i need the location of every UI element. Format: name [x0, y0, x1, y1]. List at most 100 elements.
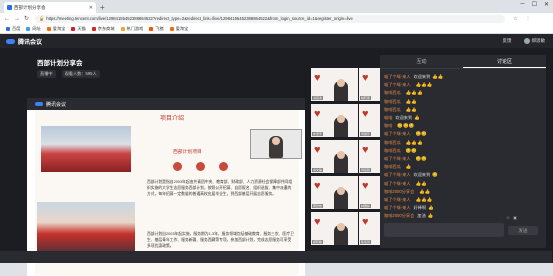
browser-tab[interactable]: 西部计划分享会 ✕	[4, 2, 96, 13]
tab-interaction[interactable]: 互动	[380, 55, 463, 68]
chat-emoji: 👍👍	[405, 98, 417, 104]
chat-message: 咖啡西瓜 👍👍👍	[384, 139, 542, 147]
bookmark-icon	[71, 26, 76, 31]
chat-emoji: 😊😊	[415, 155, 427, 161]
avatar	[523, 37, 530, 44]
heart-logo-icon: ♥	[362, 180, 369, 192]
tencent-meeting-favicon-icon	[7, 5, 12, 10]
slide-paragraph-2: 西部计划自2003年起实施，服务期为1-3年，服务领域包括基础教育、服务三农、医…	[147, 232, 294, 248]
chat-controls: ☺ ▣	[506, 215, 517, 220]
bookmark-item[interactable]: 爱淘宝	[46, 26, 65, 32]
bookmark-item[interactable]: 京东商城	[91, 25, 115, 32]
bookmark-item[interactable]: 天猫	[71, 26, 86, 32]
star-icon[interactable]: ☆	[513, 16, 517, 22]
speaker-pip-video[interactable]	[250, 129, 302, 159]
shared-screen-video[interactable]: 腾讯会议 项目介绍 西部计划项目 西部计划是指自2003年起由共青团中央、教育部…	[27, 98, 305, 276]
side-panel: 互动 讨论区 喵了个咪-来人 欢迎来到 👍👍 喵了个咪-来人 👍👍👍 咖啡西瓜 👍👍👍 咖啡西…	[380, 55, 546, 248]
participant-thumbnail[interactable]: ♥ 冯燕清	[311, 68, 358, 101]
chat-message: 喵了个咪-来人 👍👍👍	[384, 196, 542, 204]
participant-thumbnail[interactable]: ♥ 郑晓敏	[311, 212, 358, 245]
bookmark-item[interactable]: 爱淘宝	[169, 26, 188, 32]
bookmark-item[interactable]: 热门游戏	[120, 25, 144, 32]
chat-sender: 咖啡西瓜	[384, 139, 401, 145]
chat-emoji: 👍👍	[415, 180, 427, 186]
bookmark-icon	[169, 26, 174, 31]
header-actions: 反馈 郑思敏	[503, 37, 545, 44]
heart-logo-icon: ♥	[314, 108, 321, 120]
close-window-icon[interactable]: ✕	[544, 1, 549, 8]
slide-icons	[173, 162, 228, 171]
chat-emoji: 👍👍	[419, 188, 431, 194]
menu-icon[interactable]: ⋮	[526, 16, 531, 22]
reload-icon[interactable]: ↻	[24, 15, 29, 22]
bookmark-item[interactable]: 百度	[6, 26, 20, 32]
feedback-link[interactable]: 反馈	[503, 38, 512, 44]
shared-screen-brand: 腾讯会议	[46, 101, 67, 108]
panel-tabs: 互动 讨论区	[380, 55, 546, 69]
bookmark-icon	[6, 26, 10, 31]
url-input[interactable]: 🔒 https://meeting.tencent.com/live/12984…	[35, 14, 506, 23]
status-badge: 直播中	[37, 70, 56, 78]
viewer-info: 直播中 观看人数：595人	[37, 70, 100, 78]
bookmark-label: 热门游戏	[126, 25, 144, 31]
tencent-meeting-logo-icon	[6, 38, 15, 44]
chat-message: 咖啡2000分享会 👍👍	[384, 188, 542, 196]
image-icon[interactable]: ▣	[513, 215, 517, 220]
emoji-icon[interactable]: ☺	[506, 215, 510, 220]
participant-thumbnail[interactable]: ♥ 朱惠芳	[311, 104, 358, 137]
viewer-count: 观看人数：595人	[61, 70, 100, 78]
bookmark-label: 网址	[32, 25, 41, 31]
chat-emoji: 👍👍👍	[415, 82, 433, 88]
chat-text: 欢迎来到	[413, 172, 431, 178]
chat-emoji: 😊😊	[405, 147, 417, 153]
chat-message: 咖啡 😊😊😊	[384, 122, 542, 130]
maximize-icon[interactable]: ☐	[532, 1, 537, 8]
slide-title: 项目介绍	[160, 116, 185, 122]
shared-screen-header: 腾讯会议	[27, 98, 305, 110]
chat-sender: 喵了个咪-来人	[384, 180, 411, 186]
chat-message: 咖啡2000分享会 加油 👍	[384, 212, 542, 220]
group-photo-top	[41, 126, 131, 172]
bookmark-icon	[149, 26, 154, 31]
chat-text: 欢迎来到	[395, 115, 413, 121]
participant-face	[337, 187, 345, 195]
chat-emoji: 👍	[414, 115, 420, 121]
new-tab-icon[interactable]: +	[100, 2, 105, 13]
chat-emoji: 👍	[405, 164, 412, 170]
chat-message: 咖啡西瓜 👍👍👍	[384, 89, 542, 97]
tab-discussion[interactable]: 讨论区	[463, 55, 546, 68]
heart-logo-icon: ♥	[314, 216, 321, 228]
live-stage: 西部计划分享会 直播中 观看人数：595人 腾讯会议 项目介绍 西部计划项目 西…	[27, 48, 406, 276]
participant-thumbnail[interactable]: ♥ 卓文静	[311, 140, 358, 173]
participant-thumbnail[interactable]: ♥ 黄欣怡	[311, 176, 358, 209]
forward-icon[interactable]: →	[14, 16, 20, 22]
browser-tab-bar: 西部计划分享会 ✕ + ─ ☐ ✕	[0, 0, 553, 13]
chat-text: 好棒啊	[413, 205, 427, 211]
heart-logo-icon: ♥	[362, 72, 369, 84]
chat-message: 咖啡西瓜 😊😊	[384, 147, 542, 155]
window-controls: ─ ☐ ✕	[520, 1, 549, 8]
heart-logo-icon: ♥	[314, 72, 321, 84]
bookmark-item[interactable]: 飞猪	[149, 26, 164, 32]
back-icon[interactable]: ←	[4, 16, 10, 22]
chat-sender: 咖啡2000分享会	[384, 213, 415, 219]
chat-emoji: 👍👍👍	[415, 196, 433, 202]
bookmark-item[interactable]: 网址	[26, 25, 41, 32]
close-tab-icon[interactable]: ✕	[89, 5, 93, 11]
chat-sender: 咖啡西瓜	[384, 106, 401, 112]
chat-message: 喵喵 欢迎来到 👍	[384, 114, 542, 122]
bookmark-label: 百度	[12, 25, 21, 31]
url-text: https://meeting.tencent.com/live/1298415…	[46, 16, 353, 21]
chat-sender: 喵了个咪-来人	[384, 172, 411, 178]
minimize-icon[interactable]: ─	[520, 1, 524, 8]
user-menu[interactable]: 郑思敏	[523, 37, 545, 44]
bookmark-icon	[120, 26, 125, 31]
chat-emoji: 👍👍👍	[405, 90, 423, 96]
lock-icon: 🔒	[39, 15, 45, 21]
slide-paragraph-1: 西部计划是指自2003年起由共青团中央、教育部、财政部、人力资源社会保障部共同组…	[147, 180, 293, 196]
chat-input[interactable]	[384, 223, 504, 237]
bookmark-label: 京东商城	[97, 25, 115, 31]
chat-emoji: 👍	[428, 205, 434, 211]
send-button[interactable]: 发送	[508, 226, 538, 235]
chat-emoji: 👍	[427, 213, 434, 219]
